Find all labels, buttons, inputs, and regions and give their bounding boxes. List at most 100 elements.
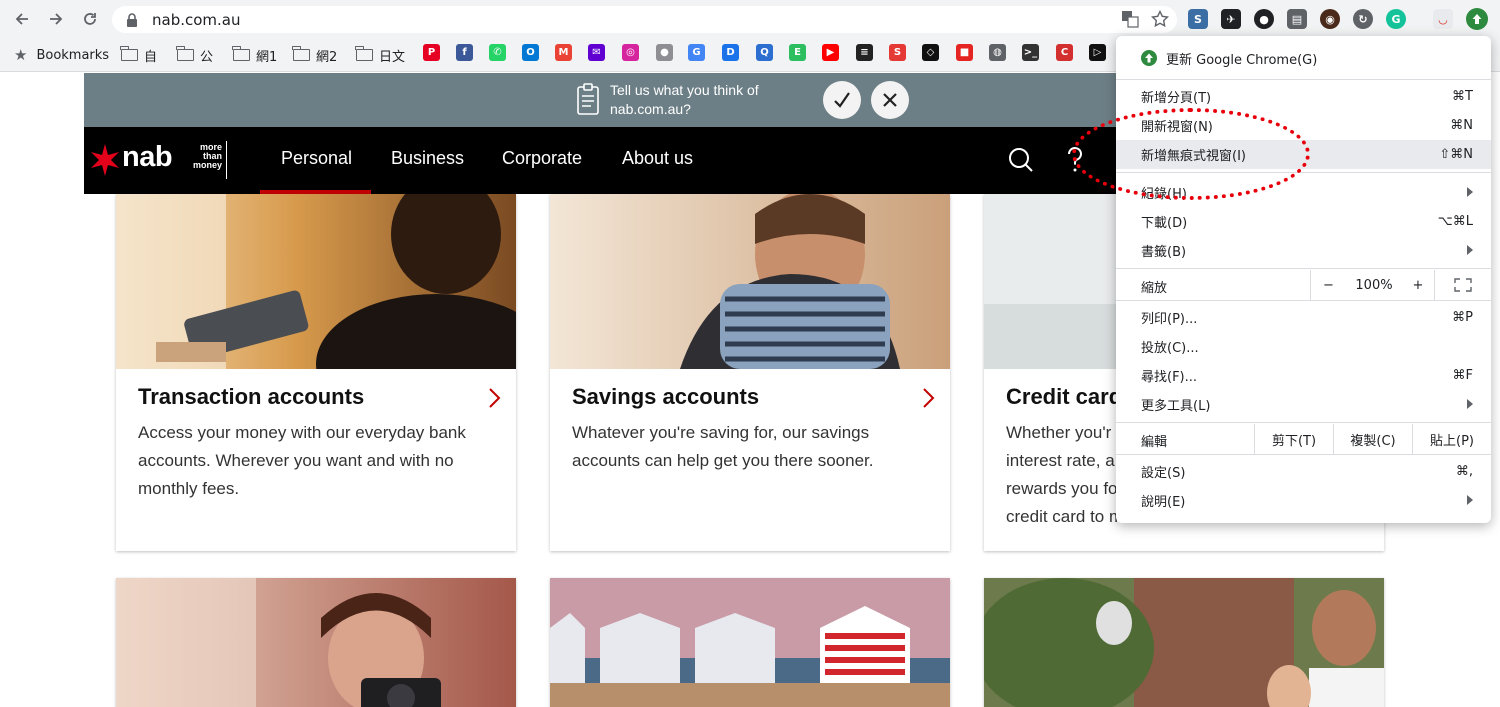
extension-sync-icon[interactable]: ↻ (1353, 9, 1373, 29)
bookmark-translate-icon[interactable]: G (688, 44, 705, 61)
bookmark-folder-4[interactable]: 網2 (292, 45, 337, 65)
bookmark-whatsapp-icon[interactable]: ✆ (489, 44, 506, 61)
copy-button[interactable]: 複製(C) (1333, 424, 1412, 454)
menu-help[interactable]: 說明(E) (1116, 486, 1491, 515)
menu-new-tab[interactable]: 新增分頁(T) ⌘T (1116, 82, 1491, 111)
search-icon[interactable] (1008, 146, 1034, 174)
menu-shortcut: ⌘, (1455, 464, 1473, 479)
folder-label: 日文 (379, 49, 406, 65)
logo-tagline: more than money (192, 143, 222, 170)
menu-shortcut: ⌘T (1452, 89, 1473, 104)
folder-label: 公 (200, 49, 214, 65)
chevron-right-icon[interactable] (922, 387, 936, 409)
nab-logo[interactable]: nab (122, 141, 173, 174)
cut-button[interactable]: 剪下(T) (1254, 424, 1333, 454)
menu-label: 新增分頁(T) (1141, 91, 1212, 106)
feedback-line-2: nab.com.au? (610, 101, 691, 117)
extension-profile-icon[interactable]: ◡ (1433, 9, 1453, 29)
menu-label: 設定(S) (1141, 466, 1186, 481)
menu-label: 下載(D) (1141, 216, 1188, 231)
menu-label: 列印(P)... (1141, 312, 1198, 327)
folder-label: 網1 (256, 49, 278, 65)
reload-button[interactable] (78, 7, 102, 31)
bookmark-outlook-icon[interactable]: O (522, 44, 539, 61)
chevron-right-icon[interactable] (488, 387, 502, 409)
edit-label: 編輯 (1141, 435, 1168, 450)
extension-bird-icon[interactable]: ✈ (1221, 9, 1241, 29)
bookmark-yahoo-mail-icon[interactable]: ✉ (588, 44, 605, 61)
bookmark-folder-2[interactable]: 公 (176, 45, 214, 65)
menu-downloads[interactable]: 下載(D) ⌥⌘L (1116, 207, 1491, 236)
card-photo-woman-camera (116, 578, 516, 707)
nav-corporate[interactable]: Corporate (502, 148, 582, 169)
card-savings-accounts[interactable]: Savings accounts Whatever you're saving … (550, 194, 950, 551)
nab-star-logo-icon[interactable] (88, 143, 122, 177)
menu-settings[interactable]: 設定(S) ⌘, (1116, 457, 1491, 486)
paste-button[interactable]: 貼上(P) (1412, 424, 1491, 454)
bookmark-folder-5[interactable]: 日文 (355, 45, 406, 65)
bookmark-folder-3[interactable]: 網1 (232, 45, 278, 65)
address-bar[interactable]: nab.com.au (112, 6, 1177, 33)
bookmark-c-site-icon[interactable]: C (1056, 44, 1073, 61)
menu-more-tools[interactable]: 更多工具(L) (1116, 390, 1491, 419)
zoom-in-button[interactable]: + (1402, 270, 1434, 300)
nav-business[interactable]: Business (391, 148, 464, 169)
bookmark-dict-icon[interactable]: D (722, 44, 739, 61)
extension-ghost-icon[interactable]: ● (1254, 9, 1274, 29)
bookmark-star-icon[interactable] (1150, 9, 1170, 33)
fullscreen-button[interactable] (1434, 270, 1491, 300)
bookmark-apple-icon[interactable]: ● (656, 44, 673, 61)
submenu-arrow-icon (1467, 187, 1473, 197)
clipboard-icon (577, 83, 599, 115)
bookmark-evernote-icon[interactable]: E (789, 44, 806, 61)
menu-shortcut: ⌥⌘L (1437, 214, 1473, 229)
bookmark-folder-1[interactable]: 自 (120, 45, 157, 65)
logo-divider (226, 141, 227, 179)
tagline-money: money (192, 160, 222, 170)
menu-cast[interactable]: 投放(C)... (1116, 332, 1491, 361)
bookmark-facebook-icon[interactable]: f (456, 44, 473, 61)
feedback-close-button[interactable] (871, 81, 909, 119)
extension-doc-icon[interactable]: ▤ (1287, 9, 1307, 29)
extension-grammarly-icon[interactable]: G (1386, 9, 1406, 29)
nav-personal[interactable]: Personal (281, 148, 352, 169)
menu-update-chrome[interactable]: 更新 Google Chrome(G) (1116, 43, 1491, 73)
forward-button[interactable] (44, 7, 68, 31)
lock-icon[interactable] (126, 11, 144, 29)
site-nav: nab more than money Personal Business Co… (84, 127, 1116, 194)
menu-bookmarks[interactable]: 書籤(B) (1116, 236, 1491, 265)
bookmark-shopping-icon[interactable]: S (889, 44, 906, 61)
menu-print[interactable]: 列印(P)... ⌘P (1116, 303, 1491, 332)
bookmark-globe-icon[interactable]: ◍ (989, 44, 1006, 61)
menu-separator (1116, 268, 1491, 269)
bookmark-quora-icon[interactable]: Q (756, 44, 773, 61)
back-button[interactable] (10, 7, 34, 31)
bookmarks-menu[interactable]: ★ Bookmarks (14, 45, 109, 65)
bookmark-pinterest-icon[interactable]: P (423, 44, 440, 61)
bookmark-youtube-icon[interactable]: ▶ (822, 44, 839, 61)
bookmark-codepen-icon[interactable]: ◇ (922, 44, 939, 61)
extension-circle-icon[interactable]: ◉ (1320, 9, 1340, 29)
card-photo-huts[interactable] (550, 578, 950, 707)
bookmark-play-icon[interactable]: ▷ (1089, 44, 1106, 61)
nav-about-us[interactable]: About us (622, 148, 693, 169)
folder-icon (292, 46, 310, 61)
extension-s-icon[interactable]: S (1188, 9, 1208, 29)
feedback-yes-button[interactable] (823, 81, 861, 119)
card-transaction-accounts[interactable]: Transaction accounts Access your money w… (116, 194, 516, 551)
translate-icon[interactable] (1121, 10, 1139, 33)
chrome-update-menu-button[interactable] (1466, 8, 1488, 30)
bookmark-gmail-icon[interactable]: M (555, 44, 572, 61)
menu-separator (1116, 422, 1491, 423)
bookmark-figma-red-icon[interactable]: ■ (956, 44, 973, 61)
menu-separator (1116, 454, 1491, 455)
bookmark-instagram-icon[interactable]: ◎ (622, 44, 639, 61)
menu-zoom-row: 縮放 − 100% + (1116, 270, 1491, 300)
bookmark-notes-icon[interactable]: ≡ (856, 44, 873, 61)
card-photo-camera[interactable] (116, 578, 516, 707)
menu-find[interactable]: 尋找(F)... ⌘F (1116, 361, 1491, 390)
zoom-out-button[interactable]: − (1310, 270, 1346, 300)
bookmark-terminal-icon[interactable]: >_ (1022, 44, 1039, 61)
update-arrow-icon (1472, 14, 1482, 24)
card-photo-couple[interactable] (984, 578, 1384, 707)
